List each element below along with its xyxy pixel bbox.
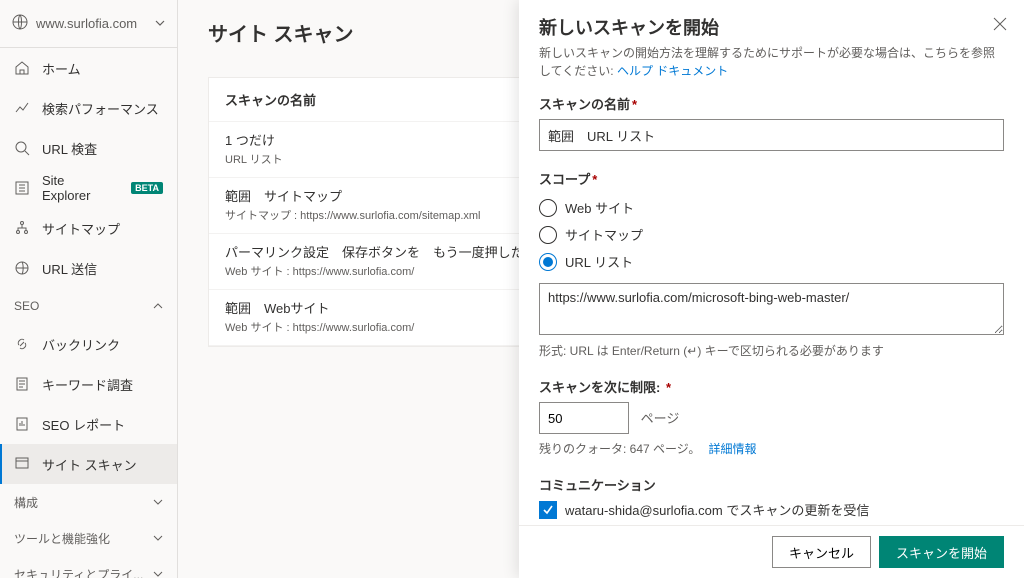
radio-icon <box>539 226 557 244</box>
communication-checkbox[interactable]: wataru-shida@surlofia.com でスキャンの更新を受信 <box>539 500 1004 519</box>
nav-keyword[interactable]: キーワード調査 <box>0 364 177 404</box>
site-url: www.surlofia.com <box>36 16 155 31</box>
scan-icon <box>14 456 30 472</box>
nav-section-seo[interactable]: SEO <box>0 288 177 324</box>
site-selector[interactable]: www.surlofia.com <box>0 0 177 48</box>
scan-name-input[interactable] <box>539 119 1004 151</box>
radio-icon <box>539 253 557 271</box>
scope-label: スコープ* <box>539 169 1004 188</box>
cancel-button[interactable]: キャンセル <box>772 536 871 568</box>
quota-link[interactable]: 詳細情報 <box>708 442 756 456</box>
scope-website-radio[interactable]: Web サイト <box>539 194 1004 221</box>
chevron-down-icon <box>153 569 163 578</box>
close-button[interactable] <box>990 14 1010 34</box>
radio-icon <box>539 199 557 217</box>
search-icon <box>14 140 30 156</box>
nav-url-inspect[interactable]: URL 検査 <box>0 128 177 168</box>
chevron-up-icon <box>153 301 163 311</box>
scan-name-label: スキャンの名前* <box>539 94 1004 113</box>
panel-footer: キャンセル スキャンを開始 <box>519 525 1024 578</box>
nav-section-tools[interactable]: ツールと機能強化 <box>0 520 177 556</box>
nav-performance[interactable]: 検索パフォーマンス <box>0 88 177 128</box>
chevron-down-icon <box>153 533 163 543</box>
link-icon <box>14 336 30 352</box>
list-icon <box>14 180 30 196</box>
nav-site-explorer[interactable]: Site Explorer BETA <box>0 168 177 208</box>
nav-section-config[interactable]: 構成 <box>0 484 177 520</box>
nav-backlink[interactable]: バックリンク <box>0 324 177 364</box>
limit-input[interactable] <box>539 402 629 434</box>
nav-home[interactable]: ホーム <box>0 48 177 88</box>
url-list-input[interactable] <box>539 283 1004 335</box>
nav-seo-report[interactable]: SEO レポート <box>0 404 177 444</box>
new-scan-panel: 新しいスキャンを開始 新しいスキャンの開始方法を理解するためにサポートが必要な場… <box>519 0 1024 578</box>
start-scan-button[interactable]: スキャンを開始 <box>879 536 1004 568</box>
panel-header: 新しいスキャンを開始 新しいスキャンの開始方法を理解するためにサポートが必要な場… <box>519 0 1024 88</box>
nav-sitemap[interactable]: サイトマップ <box>0 208 177 248</box>
sidebar: www.surlofia.com ホーム 検索パフォーマンス URL 検査 Si… <box>0 0 178 578</box>
communication-label: コミュニケーション <box>539 475 1004 494</box>
limit-unit: ページ <box>641 411 680 426</box>
document-icon <box>14 376 30 392</box>
help-link[interactable]: ヘルプ ドキュメント <box>617 64 728 78</box>
nav-url-submit[interactable]: URL 送信 <box>0 248 177 288</box>
globe-icon <box>14 260 30 276</box>
sitemap-icon <box>14 220 30 236</box>
chart-icon <box>14 100 30 116</box>
nav-section-security[interactable]: セキュリティとプライ... <box>0 556 177 578</box>
limit-label: スキャンを次に制限: * <box>539 377 1004 396</box>
scope-sitemap-radio[interactable]: サイトマップ <box>539 221 1004 248</box>
nav-site-scan[interactable]: サイト スキャン <box>0 444 177 484</box>
home-icon <box>14 60 30 76</box>
close-icon <box>993 17 1007 31</box>
panel-subtitle: 新しいスキャンの開始方法を理解するためにサポートが必要な場合は、こちらを参照して… <box>539 44 1004 80</box>
chevron-down-icon <box>153 497 163 507</box>
panel-body[interactable]: スキャンの名前* スコープ* Web サイト サイトマップ URL リスト 形式… <box>519 88 1024 525</box>
nav-scroll[interactable]: ホーム 検索パフォーマンス URL 検査 Site Explorer BETA … <box>0 48 177 578</box>
globe-icon <box>12 14 28 33</box>
beta-badge: BETA <box>131 182 163 194</box>
checkbox-icon <box>539 501 557 519</box>
report-icon <box>14 416 30 432</box>
scope-urllist-radio[interactable]: URL リスト <box>539 248 1004 275</box>
panel-title: 新しいスキャンを開始 <box>539 14 1004 40</box>
chevron-down-icon <box>155 16 165 31</box>
quota-text: 残りのクォータ: 647 ページ。詳細情報 <box>539 440 1004 457</box>
url-help-text: 形式: URL は Enter/Return (↵) キーで区切られる必要があり… <box>539 342 1004 359</box>
